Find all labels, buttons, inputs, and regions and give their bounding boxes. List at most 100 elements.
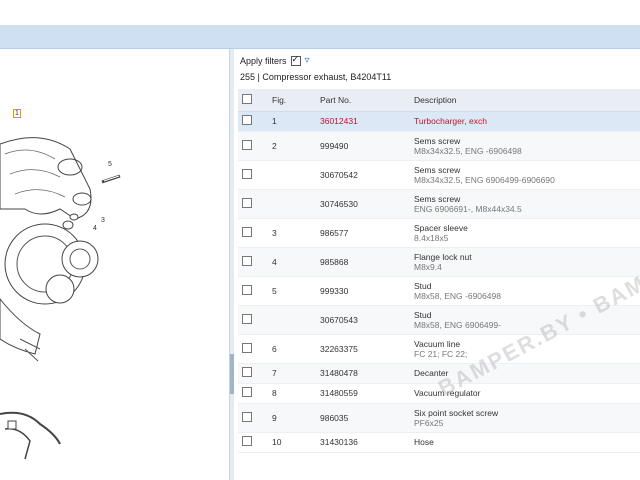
- row-checkbox[interactable]: [242, 313, 252, 324]
- row-checkbox[interactable]: [242, 436, 252, 446]
- row-description-detail: M8x34x32.5, ENG 6906499-6906690: [414, 174, 555, 185]
- row-fig: 10: [268, 432, 316, 453]
- row-part-no[interactable]: 36012431: [316, 111, 410, 132]
- row-description-title: Sems screw: [414, 135, 461, 146]
- row-description-detail: PF6x25: [414, 417, 444, 428]
- row-checkbox[interactable]: [242, 284, 252, 295]
- row-description: Spacer sleeve 8.4x18x5: [410, 218, 640, 248]
- row-description-title: Stud: [414, 309, 432, 320]
- row-checkbox[interactable]: [242, 139, 252, 150]
- table-row[interactable]: 5 999330 Stud M8x58, ENG -6906498: [238, 276, 640, 306]
- row-part-no[interactable]: 30670542: [316, 160, 410, 190]
- row-part-no[interactable]: 31480478: [316, 363, 410, 384]
- row-description-detail: M8x58, ENG -6906498: [414, 290, 501, 301]
- row-fig: 5: [268, 276, 316, 306]
- row-description: Flange lock nut M8x9.4: [410, 247, 640, 277]
- table-row[interactable]: 9 986035 Six point socket screw PF6x25: [238, 403, 640, 433]
- callout-3[interactable]: 3: [101, 217, 105, 224]
- table-row[interactable]: 30746530 Sems screw ENG 6906691-, M8x44x34…: [238, 189, 640, 219]
- callout-5[interactable]: 5: [108, 161, 112, 168]
- table-row[interactable]: 1 36012431 Turbocharger, exch: [238, 111, 640, 132]
- row-description-title: Spacer sleeve: [414, 222, 468, 233]
- row-description-detail: M8x34x32.5, ENG -6906498: [414, 145, 522, 156]
- row-description-detail: FC 21; FC 22;: [414, 348, 468, 359]
- row-part-no[interactable]: 986577: [316, 218, 410, 248]
- row-description-title: Hose: [414, 437, 434, 447]
- row-checkbox[interactable]: [242, 115, 252, 125]
- table-row[interactable]: 7 31480478 Decanter: [238, 363, 640, 384]
- select-all-checkbox[interactable]: [242, 93, 252, 104]
- row-description: Stud M8x58, ENG -6906498: [410, 276, 640, 306]
- table-row[interactable]: 6 32263375 Vacuum line FC 21; FC 22;: [238, 334, 640, 364]
- parts-list-panel: Apply filters ▿ 255 | Compressor exhaust…: [234, 49, 640, 480]
- row-checkbox[interactable]: [242, 168, 252, 179]
- parts-diagram[interactable]: 1 5 3 4: [0, 49, 229, 480]
- column-part-no[interactable]: Part No.: [316, 89, 410, 112]
- table-header: Fig. Part No. Description: [238, 89, 640, 112]
- column-description[interactable]: Description: [410, 89, 640, 112]
- apply-filters-checkbox[interactable]: [290, 54, 301, 66]
- row-description: Decanter: [410, 363, 640, 384]
- row-description: Vacuum line FC 21; FC 22;: [410, 334, 640, 364]
- row-part-no[interactable]: 31480559: [316, 383, 410, 404]
- row-checkbox[interactable]: [242, 411, 252, 422]
- apply-filters[interactable]: Apply filters ▿: [240, 54, 310, 67]
- row-part-no[interactable]: 999490: [316, 131, 410, 161]
- table-row[interactable]: 2 999490 Sems screw M8x34x32.5, ENG -690649…: [238, 131, 640, 161]
- apply-filters-label: Apply filters: [240, 55, 287, 66]
- callout-4[interactable]: 4: [93, 225, 97, 232]
- row-description-title: Decanter: [414, 368, 449, 378]
- row-part-no[interactable]: 999330: [316, 276, 410, 306]
- row-checkbox[interactable]: [242, 197, 252, 208]
- row-checkbox[interactable]: [242, 367, 252, 377]
- group-title: 255 | Compressor exhaust, B4204T11: [240, 72, 392, 82]
- row-checkbox[interactable]: [242, 342, 252, 353]
- table-row[interactable]: 10 31430136 Hose: [238, 432, 640, 453]
- row-fig: [268, 189, 316, 219]
- row-checkbox[interactable]: [242, 226, 252, 237]
- top-toolbar: [0, 25, 640, 49]
- row-description-title: Vacuum line: [414, 338, 461, 349]
- row-fig: 4: [268, 247, 316, 277]
- row-description: Sems screw ENG 6906691-, M8x44x34.5: [410, 189, 640, 219]
- row-part-no[interactable]: 31430136: [316, 432, 410, 453]
- row-fig: 2: [268, 131, 316, 161]
- row-description: Six point socket screw PF6x25: [410, 403, 640, 433]
- parts-table: Fig. Part No. Description 1 36012431 Turbo…: [238, 89, 640, 453]
- row-description-title: Turbocharger, exch: [414, 116, 487, 126]
- row-description-title: Stud: [414, 280, 432, 291]
- filter-icon[interactable]: ▿: [305, 55, 310, 66]
- row-description-detail: M8x9.4: [414, 261, 442, 272]
- row-part-no[interactable]: 30670543: [316, 305, 410, 335]
- row-part-no[interactable]: 32263375: [316, 334, 410, 364]
- row-description-title: Six point socket screw: [414, 407, 499, 418]
- row-description: Sems screw M8x34x32.5, ENG 6906499-690669…: [410, 160, 640, 190]
- row-description-detail: ENG 6906691-, M8x44x34.5: [414, 203, 522, 214]
- row-description: Sems screw M8x34x32.5, ENG -6906498: [410, 131, 640, 161]
- row-description-detail: M8x58, ENG 6906499-: [414, 319, 501, 330]
- table-row[interactable]: 30670543 Stud M8x58, ENG 6906499-: [238, 305, 640, 335]
- row-checkbox[interactable]: [242, 255, 252, 266]
- column-fig[interactable]: Fig.: [268, 89, 316, 112]
- table-row[interactable]: 8 31480559 Vacuum regulator: [238, 383, 640, 404]
- table-row[interactable]: 3 986577 Spacer sleeve 8.4x18x5: [238, 218, 640, 248]
- row-description-detail: 8.4x18x5: [414, 232, 449, 243]
- row-fig: 1: [268, 111, 316, 132]
- table-row[interactable]: 4 985868 Flange lock nut M8x9.4: [238, 247, 640, 277]
- table-row[interactable]: 30670542 Sems screw M8x34x32.5, ENG 690649…: [238, 160, 640, 190]
- row-fig: 6: [268, 334, 316, 364]
- row-description-title: Sems screw: [414, 164, 461, 175]
- row-part-no[interactable]: 30746530: [316, 189, 410, 219]
- row-description: Hose: [410, 432, 640, 453]
- row-fig: [268, 305, 316, 335]
- row-part-no[interactable]: 986035: [316, 403, 410, 433]
- row-fig: 8: [268, 383, 316, 404]
- row-description-title: Sems screw: [414, 193, 461, 204]
- row-description: Stud M8x58, ENG 6906499-: [410, 305, 640, 335]
- row-fig: 3: [268, 218, 316, 248]
- row-fig: 7: [268, 363, 316, 384]
- row-part-no[interactable]: 985868: [316, 247, 410, 277]
- callout-1[interactable]: 1: [13, 109, 21, 118]
- row-description-title: Flange lock nut: [414, 251, 472, 262]
- row-checkbox[interactable]: [242, 387, 252, 397]
